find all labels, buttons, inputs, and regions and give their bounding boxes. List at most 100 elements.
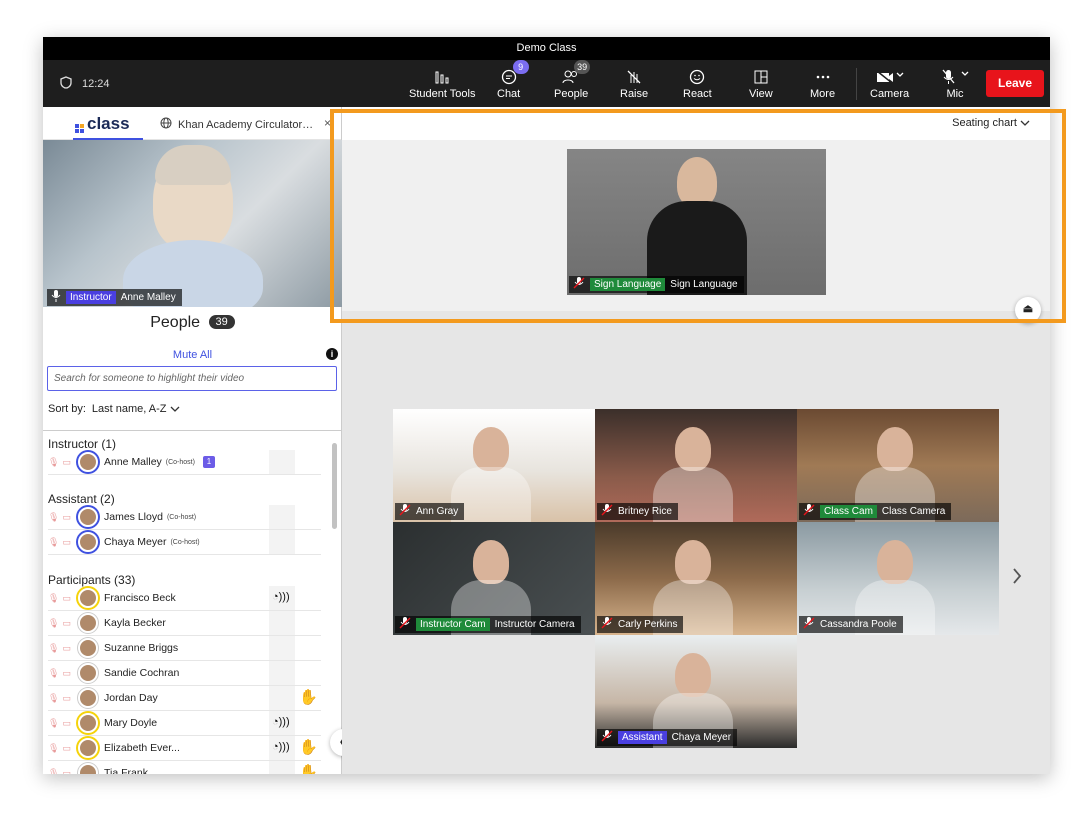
chat-badge: 9 (512, 60, 529, 74)
video-tile-label: Ann Gray (395, 503, 465, 520)
video-role-tag: Class Cam (820, 505, 877, 518)
people-list: Instructor (1) 🎙 ▭ Anne Malley (Co-host) … (43, 430, 342, 774)
chevron-right-icon[interactable] (1012, 567, 1022, 590)
mic-off-icon (803, 504, 815, 519)
list-item[interactable]: 🎙 ▭ Anne Malley (Co-host) 1 (48, 450, 321, 475)
mic-cam-off-icons: 🎙 ▭ (48, 456, 71, 467)
video-role-tag: Assistant (618, 731, 667, 744)
participants-section-heading: Participants (33) (48, 573, 136, 587)
video-tile[interactable]: Assistant Chaya Meyer (595, 635, 797, 748)
people-button[interactable]: 39 People (554, 60, 591, 100)
video-tile-label: Cassandra Poole (799, 616, 903, 633)
avatar (78, 738, 98, 758)
video-tile[interactable]: Cassandra Poole (797, 522, 999, 635)
avatar (78, 638, 98, 658)
mic-off-icon (399, 617, 411, 632)
hand-off-icon (626, 66, 642, 88)
video-tile[interactable]: Britney Rice (595, 409, 797, 522)
video-grid: Ann Gray Britney Rice Class Cam Class Camer… (393, 409, 999, 749)
avatar (78, 663, 98, 683)
shield-icon (60, 76, 72, 92)
list-item[interactable]: 🎙 ▭ James Lloyd (Co-host) (48, 505, 321, 530)
mic-off-icon (941, 66, 969, 88)
chat-badge-icon[interactable]: 1 (202, 456, 215, 468)
list-item[interactable]: 🎙 ▭ Jordan Day ✋ (48, 686, 321, 711)
instructor-video[interactable]: Instructor Anne Malley (43, 140, 342, 307)
people-count-badge: 39 (208, 315, 235, 329)
mute-all-link[interactable]: Mute All (43, 349, 342, 361)
list-item[interactable]: 🎙 ▭ Kayla Becker (48, 611, 321, 636)
list-scrollbar[interactable] (332, 443, 337, 529)
video-role-tag: Instructor Cam (416, 618, 490, 631)
globe-icon (160, 117, 172, 132)
instructor-video-label: Instructor Anne Malley (47, 289, 182, 306)
mic-off-icon (601, 504, 613, 519)
class-logo-icon (75, 119, 85, 133)
mic-off-icon (601, 617, 613, 632)
react-button[interactable]: React (683, 66, 712, 100)
instructor-tag: Instructor (66, 291, 116, 304)
search-input[interactable]: Search for someone to highlight their vi… (47, 366, 337, 391)
tab-class[interactable]: class (73, 114, 143, 140)
list-item[interactable]: 🎙 ▭ Elizabeth Ever... ◔))) ✋ (48, 736, 321, 761)
toolbar-divider (856, 68, 857, 100)
video-tile-label: Instructor Cam Instructor Camera (395, 616, 581, 633)
mic-off-icon (399, 504, 411, 519)
more-button[interactable]: More (810, 66, 835, 100)
mic-icon (51, 290, 61, 305)
list-item[interactable]: 🎙 ▭ Sandie Cochran (48, 661, 321, 686)
mic-off-icon (803, 617, 815, 632)
sort-select[interactable]: Last name, A-Z (92, 403, 180, 415)
more-icon (816, 66, 830, 88)
raised-hand-icon: ✋ (299, 739, 318, 756)
top-toolbar: 12:24 Student Tools 9 Chat 39 People Rai… (43, 60, 1050, 107)
video-tile-label: Carly Perkins (597, 616, 684, 633)
stage-highlight-box (330, 109, 1066, 323)
window-title: Demo Class (43, 37, 1050, 60)
list-item[interactable]: 🎙 ▭ Chaya Meyer (Co-host) (48, 530, 321, 555)
avatar (78, 507, 98, 527)
video-tile-label: Britney Rice (597, 503, 678, 520)
camera-off-icon (876, 66, 904, 88)
raise-button[interactable]: Raise (620, 66, 648, 100)
bar-chart-icon (435, 66, 449, 88)
sidebar-tabs: class Khan Academy Circulator… × (43, 107, 341, 140)
avatar (78, 532, 98, 552)
speaking-icon: ◔))) (272, 716, 290, 728)
video-tile[interactable]: Carly Perkins (595, 522, 797, 635)
speaking-icon: ◔))) (272, 741, 290, 753)
leave-button[interactable]: Leave (986, 70, 1044, 97)
info-icon[interactable]: i (326, 348, 338, 360)
mic-off-icon (601, 730, 613, 745)
chevron-down-icon (170, 403, 180, 415)
people-sidebar: class Khan Academy Circulator… × Instruc… (43, 107, 342, 774)
video-tile[interactable]: Ann Gray (393, 409, 595, 522)
clock-time: 12:24 (82, 78, 110, 90)
mic-button[interactable]: Mic (941, 66, 969, 100)
smile-icon (689, 66, 705, 88)
list-item[interactable]: 🎙 ▭ Tia Frank ✋ (48, 761, 321, 774)
video-tile[interactable]: Class Cam Class Camera (797, 409, 999, 522)
raised-hand-icon: ✋ (299, 689, 318, 706)
tab-khan-academy[interactable]: Khan Academy Circulator… (160, 117, 313, 132)
view-button[interactable]: View (749, 66, 773, 100)
speaking-icon: ◔))) (272, 591, 290, 603)
camera-button[interactable]: Camera (870, 66, 909, 100)
chat-button[interactable]: 9 Chat (497, 60, 529, 100)
list-item[interactable]: 🎙 ▭ Mary Doyle ◔))) (48, 711, 321, 736)
avatar (78, 763, 98, 774)
people-heading: People 39 (43, 314, 342, 332)
avatar (78, 613, 98, 633)
student-tools-button[interactable]: Student Tools (409, 66, 475, 100)
sort-by: Sort by: Last name, A-Z (48, 403, 180, 415)
instructor-section-heading: Instructor (1) (48, 437, 117, 451)
people-icon: 39 (562, 60, 591, 88)
assistant-section-heading: Assistant (2) (48, 492, 115, 506)
list-item[interactable]: 🎙 ▭ Suzanne Briggs (48, 636, 321, 661)
avatar (78, 452, 98, 472)
chat-icon: 9 (501, 60, 529, 88)
avatar (78, 713, 98, 733)
list-item[interactable]: 🎙 ▭ Francisco Beck ◔))) (48, 586, 321, 611)
video-tile[interactable]: Instructor Cam Instructor Camera (393, 522, 595, 635)
avatar (78, 688, 98, 708)
